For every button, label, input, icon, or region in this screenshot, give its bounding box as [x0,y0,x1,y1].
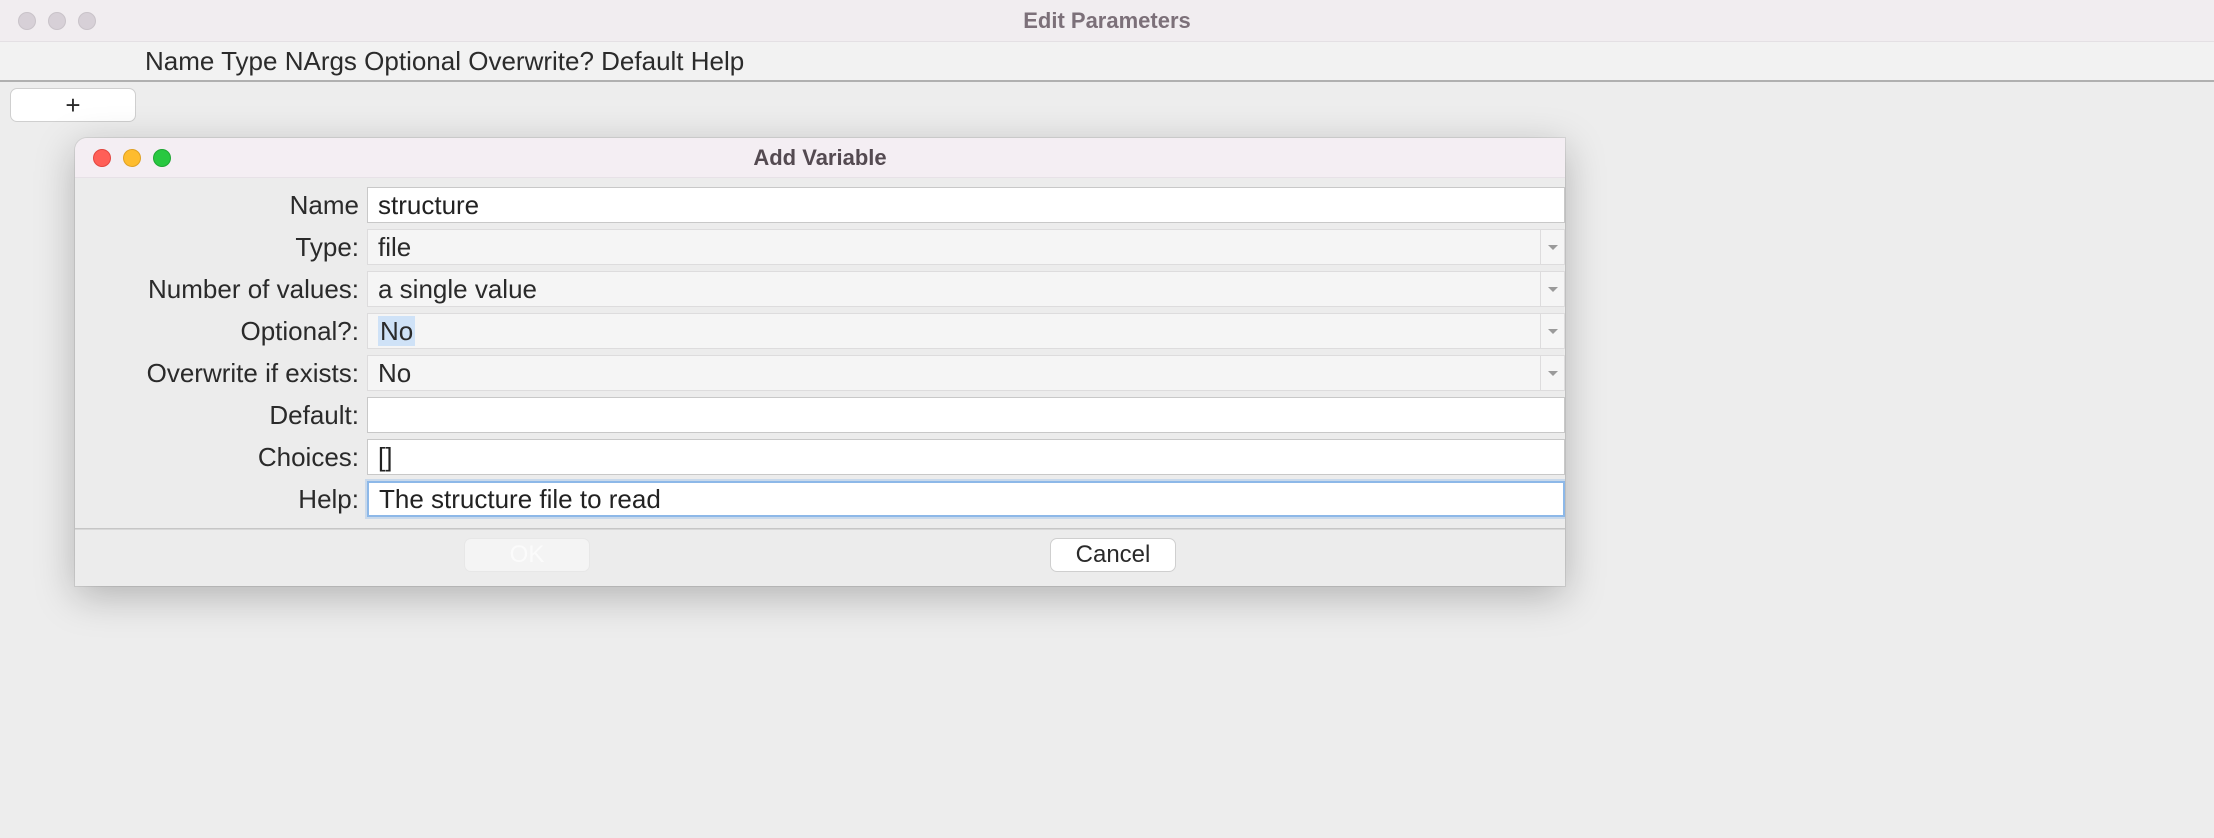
add-button[interactable]: + [10,88,136,122]
zoom-icon[interactable] [153,149,171,167]
choices-input[interactable] [367,439,1565,475]
name-input[interactable] [367,187,1565,223]
parent-window-title: Edit Parameters [0,8,2214,34]
nvalues-value: a single value [378,274,537,305]
button-row: OK Cancel [75,530,1565,586]
overwrite-combo[interactable]: No [367,355,1565,391]
minimize-icon[interactable] [48,12,66,30]
close-icon[interactable] [93,149,111,167]
cancel-label: Cancel [1076,541,1151,569]
modal-titlebar: Add Variable [75,138,1565,178]
nvalues-label: Number of values: [75,274,367,305]
ok-label: OK [510,541,545,569]
modal-title: Add Variable [75,145,1565,171]
type-value: file [378,232,411,263]
chevron-down-icon[interactable] [1540,314,1564,348]
optional-combo[interactable]: No [367,313,1565,349]
modal-traffic-lights [75,149,171,167]
plus-icon: + [65,90,80,121]
type-label: Type: [75,232,367,263]
default-label: Default: [75,400,367,431]
columns-header: Name Type NArgs Optional Overwrite? Defa… [0,42,2214,82]
chevron-down-icon[interactable] [1540,230,1564,264]
help-input[interactable] [367,481,1565,517]
minimize-icon[interactable] [123,149,141,167]
type-combo[interactable]: file [367,229,1565,265]
ok-button[interactable]: OK [464,538,590,572]
nvalues-combo[interactable]: a single value [367,271,1565,307]
parent-traffic-lights [0,12,96,30]
close-icon[interactable] [18,12,36,30]
optional-value: No [378,316,415,346]
chevron-down-icon[interactable] [1540,356,1564,390]
parent-titlebar: Edit Parameters [0,0,2214,42]
cancel-button[interactable]: Cancel [1050,538,1176,572]
name-label: Name [75,190,367,221]
chevron-down-icon[interactable] [1540,272,1564,306]
optional-label: Optional?: [75,316,367,347]
choices-label: Choices: [75,442,367,473]
default-input[interactable] [367,397,1565,433]
zoom-icon[interactable] [78,12,96,30]
help-label: Help: [75,484,367,515]
overwrite-value: No [378,358,411,389]
form: Name Type: file Number of values: a sing… [75,178,1565,520]
add-variable-dialog: Add Variable Name Type: file Number of v… [75,138,1565,586]
overwrite-label: Overwrite if exists: [75,358,367,389]
